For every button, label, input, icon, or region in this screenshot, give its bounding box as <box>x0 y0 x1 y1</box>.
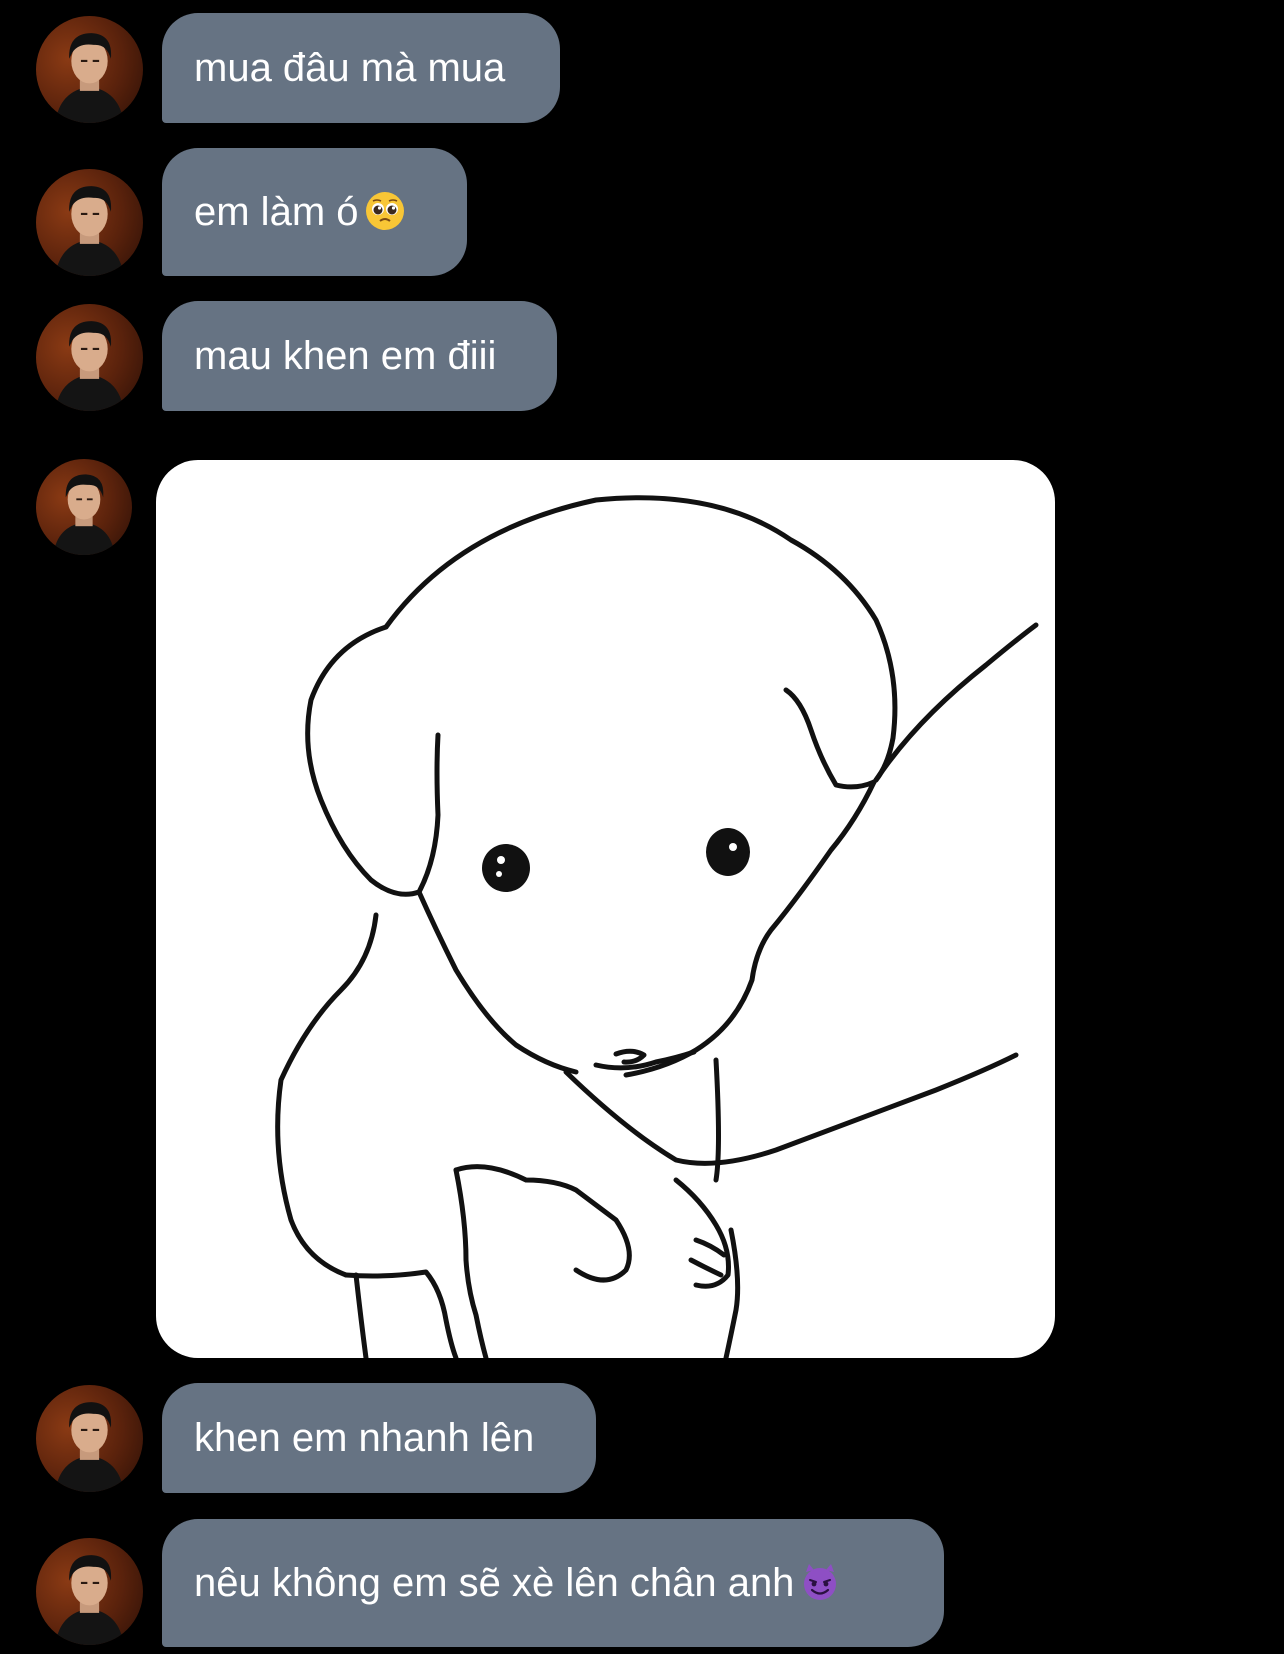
message-text: mau khen em điii <box>194 334 497 378</box>
avatar-portrait-icon <box>55 321 124 411</box>
message-text: em làm ó <box>194 190 359 234</box>
sender-avatar[interactable] <box>36 1538 143 1645</box>
sender-avatar[interactable] <box>36 304 143 411</box>
sender-avatar[interactable] <box>36 16 143 123</box>
avatar-portrait-icon <box>55 1402 124 1492</box>
message-bubble[interactable]: em làm ó <box>162 148 467 276</box>
smiling-devil-icon <box>800 1562 840 1602</box>
pleading-face-icon <box>365 191 405 231</box>
sender-avatar[interactable] <box>36 1385 143 1492</box>
avatar-portrait-icon <box>53 474 115 555</box>
message-text: khen em nhanh lên <box>194 1416 535 1460</box>
message-text: mua đâu mà mua <box>194 46 506 90</box>
image-message[interactable] <box>156 460 1055 1358</box>
message-bubble[interactable]: nêu không em sẽ xè lên chân anh <box>162 1519 944 1647</box>
avatar-portrait-icon <box>55 1555 124 1645</box>
avatar-portrait-icon <box>55 186 124 276</box>
avatar-portrait-icon <box>55 33 124 123</box>
puppy-drawing-image <box>275 495 1039 1358</box>
sender-avatar[interactable] <box>36 169 143 276</box>
message-bubble[interactable]: mua đâu mà mua <box>162 13 560 123</box>
message-text: nêu không em sẽ xè lên chân anh <box>194 1561 795 1605</box>
message-bubble[interactable]: khen em nhanh lên <box>162 1383 596 1493</box>
message-bubble[interactable]: mau khen em điii <box>162 301 557 411</box>
sender-avatar[interactable] <box>36 459 132 555</box>
